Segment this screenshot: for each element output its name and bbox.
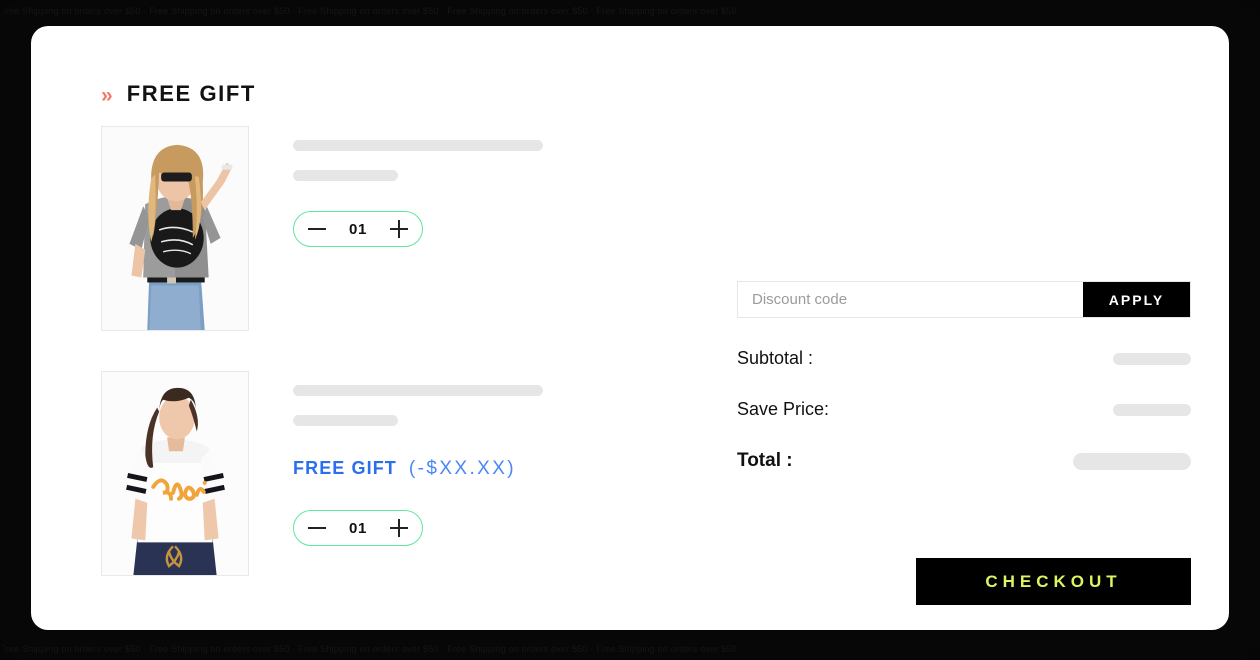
product-thumbnail[interactable] <box>101 371 249 576</box>
save-price-label: Save Price: <box>737 399 830 419</box>
double-chevron-right-icon: » <box>101 83 113 107</box>
checkout-button[interactable]: CHECKOUT <box>916 558 1191 605</box>
page-title: FREE GIFT <box>126 81 256 106</box>
background-marquee-bottom: Free Shipping on orders over $50 · Free … <box>0 644 737 654</box>
summary-row-subtotal: Subtotal : <box>737 348 1191 369</box>
subtotal-label: Subtotal : <box>737 348 814 368</box>
cart-item: 01 <box>101 126 553 331</box>
product-variant-skeleton <box>293 170 398 181</box>
total-value-skeleton <box>1073 452 1191 470</box>
product-variant-skeleton <box>293 415 398 426</box>
quantity-increment-icon[interactable] <box>389 519 408 537</box>
device-frame: Free Shipping on orders over $50 · Free … <box>0 0 1260 660</box>
quantity-value: 01 <box>349 519 367 537</box>
cart-panel: » FREE GIFT 01 FREE GIFT (-$XX.XX) 01 Di… <box>31 26 1229 630</box>
save-price-value-skeleton <box>1113 403 1191 416</box>
discount-code-input[interactable] <box>738 282 1083 317</box>
product-image-barbie-tee <box>102 372 248 575</box>
discount-code-row: APPLY <box>737 281 1191 318</box>
summary-row-save-price: Save Price: <box>737 399 1191 420</box>
cart-item-details: FREE GIFT (-$XX.XX) 01 <box>293 371 553 546</box>
quantity-stepper[interactable]: 01 <box>293 510 423 546</box>
product-title-skeleton <box>293 140 543 151</box>
panel-header: » FREE GIFT <box>101 81 256 107</box>
free-gift-label: FREE GIFT <box>293 458 397 478</box>
apply-discount-button[interactable]: APPLY <box>1083 282 1190 317</box>
quantity-increment-icon[interactable] <box>389 220 408 238</box>
product-title-skeleton <box>293 385 543 396</box>
quantity-value: 01 <box>349 220 367 238</box>
product-thumbnail[interactable] <box>101 126 249 331</box>
product-image-gray-tee <box>102 127 248 330</box>
free-gift-amount: (-$XX.XX) <box>408 458 517 479</box>
order-summary: APPLY Subtotal : Save Price: Total : CHE… <box>737 281 1191 605</box>
total-label: Total : <box>737 450 793 471</box>
summary-row-total: Total : <box>737 450 1191 472</box>
background-marquee-top: Free Shipping on orders over $50 · Free … <box>0 6 737 16</box>
free-gift-badge: FREE GIFT (-$XX.XX) <box>293 458 553 480</box>
quantity-stepper[interactable]: 01 <box>293 211 423 247</box>
subtotal-value-skeleton <box>1113 352 1191 365</box>
cart-item: FREE GIFT (-$XX.XX) 01 <box>101 371 553 576</box>
quantity-decrement-icon[interactable] <box>308 519 326 537</box>
quantity-decrement-icon[interactable] <box>308 220 326 238</box>
cart-item-details: 01 <box>293 126 553 247</box>
